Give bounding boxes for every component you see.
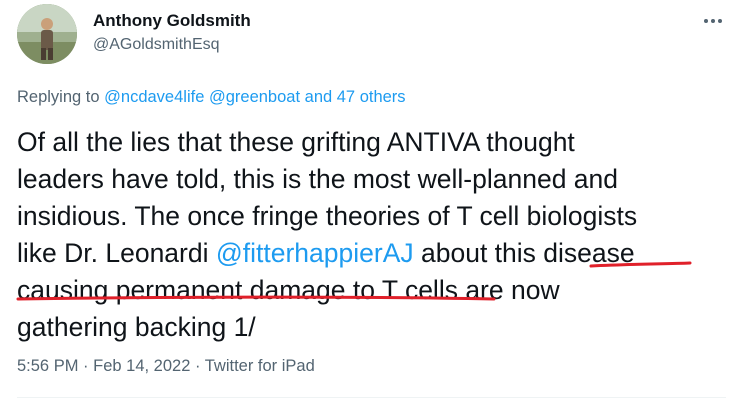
more-dots-icon: [704, 19, 708, 23]
meta-separator: ·: [190, 357, 205, 375]
tweet-date[interactable]: Feb 14, 2022: [93, 357, 190, 375]
avatar[interactable]: [17, 4, 77, 64]
tweet-text-segment: about this disease: [413, 238, 635, 268]
profile-photo-icon: [17, 4, 77, 64]
mention-link[interactable]: @greenboat: [209, 88, 300, 106]
more-dot: [718, 19, 722, 23]
tweet-text-segment: like Dr. Leonardi: [17, 238, 216, 268]
tweet-line: like Dr. Leonardi @fitterhappierAJ about…: [17, 235, 727, 272]
tweet-line: insidious. The once fringe theories of T…: [17, 201, 638, 231]
tweet-line: causing permanent damage to T cells are …: [17, 275, 560, 305]
tweet-line: leaders have told, this is the most well…: [17, 164, 619, 194]
author-handle[interactable]: @AGoldsmithEsq: [93, 36, 220, 54]
meta-separator: ·: [78, 357, 94, 375]
mention-link[interactable]: @fitterhappierAJ: [216, 238, 414, 268]
divider: [17, 397, 726, 398]
mention-link[interactable]: @ncdave4life: [104, 88, 204, 106]
tweet-time[interactable]: 5:56 PM: [17, 357, 78, 375]
tweet-meta: 5:56 PM · Feb 14, 2022 · Twitter for iPa…: [17, 357, 315, 376]
replying-prefix: Replying to: [17, 88, 105, 106]
tweet-line: gathering backing 1/: [17, 312, 256, 342]
others-link[interactable]: and 47 others: [305, 88, 406, 106]
tweet-line: Of all the lies that these grifting ANTI…: [17, 127, 575, 157]
replying-to: Replying to @ncdave4life @greenboat and …: [17, 88, 406, 107]
author-name[interactable]: Anthony Goldsmith: [93, 11, 251, 31]
tweet-text: Of all the lies that these grifting ANTI…: [17, 124, 727, 346]
more-dot: [711, 19, 715, 23]
tweet-source[interactable]: Twitter for iPad: [205, 357, 315, 375]
more-options-button[interactable]: [700, 8, 726, 34]
